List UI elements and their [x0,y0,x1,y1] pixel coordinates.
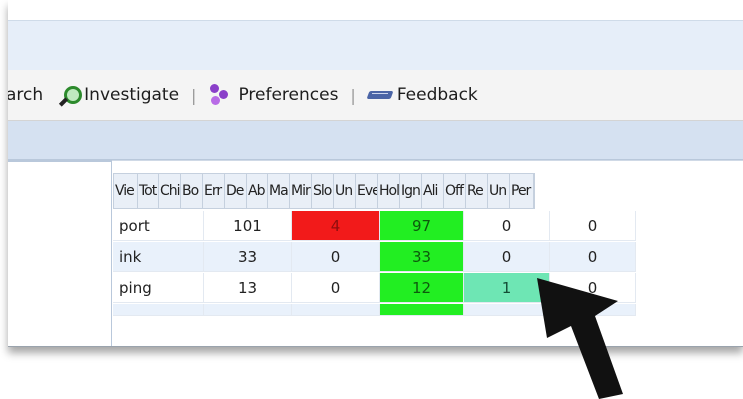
row-value: 0 [550,211,636,241]
row-value: 4 [292,211,380,241]
toolbar: arch Investigate | Preferences | Feedbac… [8,70,743,121]
investigate-button[interactable]: Investigate [59,85,180,107]
column-header[interactable]: Ign [400,174,422,208]
column-header[interactable]: Ali [422,174,444,208]
section-header-bar [8,121,743,160]
row-value: 97 [380,211,464,241]
column-header[interactable]: Ma [268,174,290,208]
row-value: 0 [292,273,380,303]
feedback-label: Feedback [396,85,478,105]
app-window: arch Investigate | Preferences | Feedbac… [8,0,743,347]
row-value: 0 [464,211,550,241]
column-header[interactable]: Tot [138,174,159,208]
table-row[interactable]: port 101 4 97 0 0 [113,211,636,241]
preferences-label: Preferences [238,85,339,105]
search-label: arch [8,85,44,105]
column-header[interactable]: Off [444,174,466,208]
status-grid: Vie Tot Chi Bo Err De Ab Ma Mir Slo Un E… [112,160,743,346]
row-value: 33 [204,242,292,272]
left-panel [8,160,112,346]
column-header[interactable]: Bo [181,174,203,208]
row-value: 0 [292,242,380,272]
column-header[interactable]: Un [334,174,356,208]
title-bar [8,20,743,71]
row-value: 101 [204,211,292,241]
row-value: 0 [550,273,636,303]
toolbar-separator: | [191,85,197,105]
feedback-button[interactable]: Feedback [366,85,478,105]
row-value: 12 [380,273,464,303]
table-row[interactable]: ink 33 0 33 0 0 [113,242,636,272]
column-header[interactable]: Mir [290,174,312,208]
feedback-icon [366,88,394,102]
column-header[interactable]: Err [203,174,225,208]
column-header[interactable]: Re [466,174,488,208]
row-value: 0 [464,242,550,272]
column-header[interactable]: De [225,174,247,208]
column-header[interactable]: Eve [356,174,378,208]
row-value: 0 [550,242,636,272]
column-header[interactable]: Ab [247,174,268,208]
investigate-label: Investigate [84,85,180,105]
preferences-icon [208,84,230,106]
column-header[interactable]: Vie [114,174,138,208]
table-row[interactable] [113,304,636,316]
search-button[interactable]: arch [8,85,43,105]
column-header[interactable]: Slo [312,174,334,208]
grid-header: Vie Tot Chi Bo Err De Ab Ma Mir Slo Un E… [113,173,535,209]
row-name: ink [113,242,204,272]
preferences-button[interactable]: Preferences [208,84,338,106]
row-value: 1 [464,273,550,303]
table-row[interactable]: ping 13 0 12 1 0 [113,273,636,303]
column-header[interactable]: Per [510,174,534,208]
magnifier-icon [59,85,83,107]
row-name: ping [113,273,204,303]
row-name: port [113,211,204,241]
row-value: 33 [380,242,464,272]
toolbar-separator: | [350,85,356,105]
column-header[interactable]: Chi [159,174,181,208]
column-header[interactable]: Un [488,174,510,208]
column-header[interactable]: Hol [378,174,400,208]
row-value: 13 [204,273,292,303]
